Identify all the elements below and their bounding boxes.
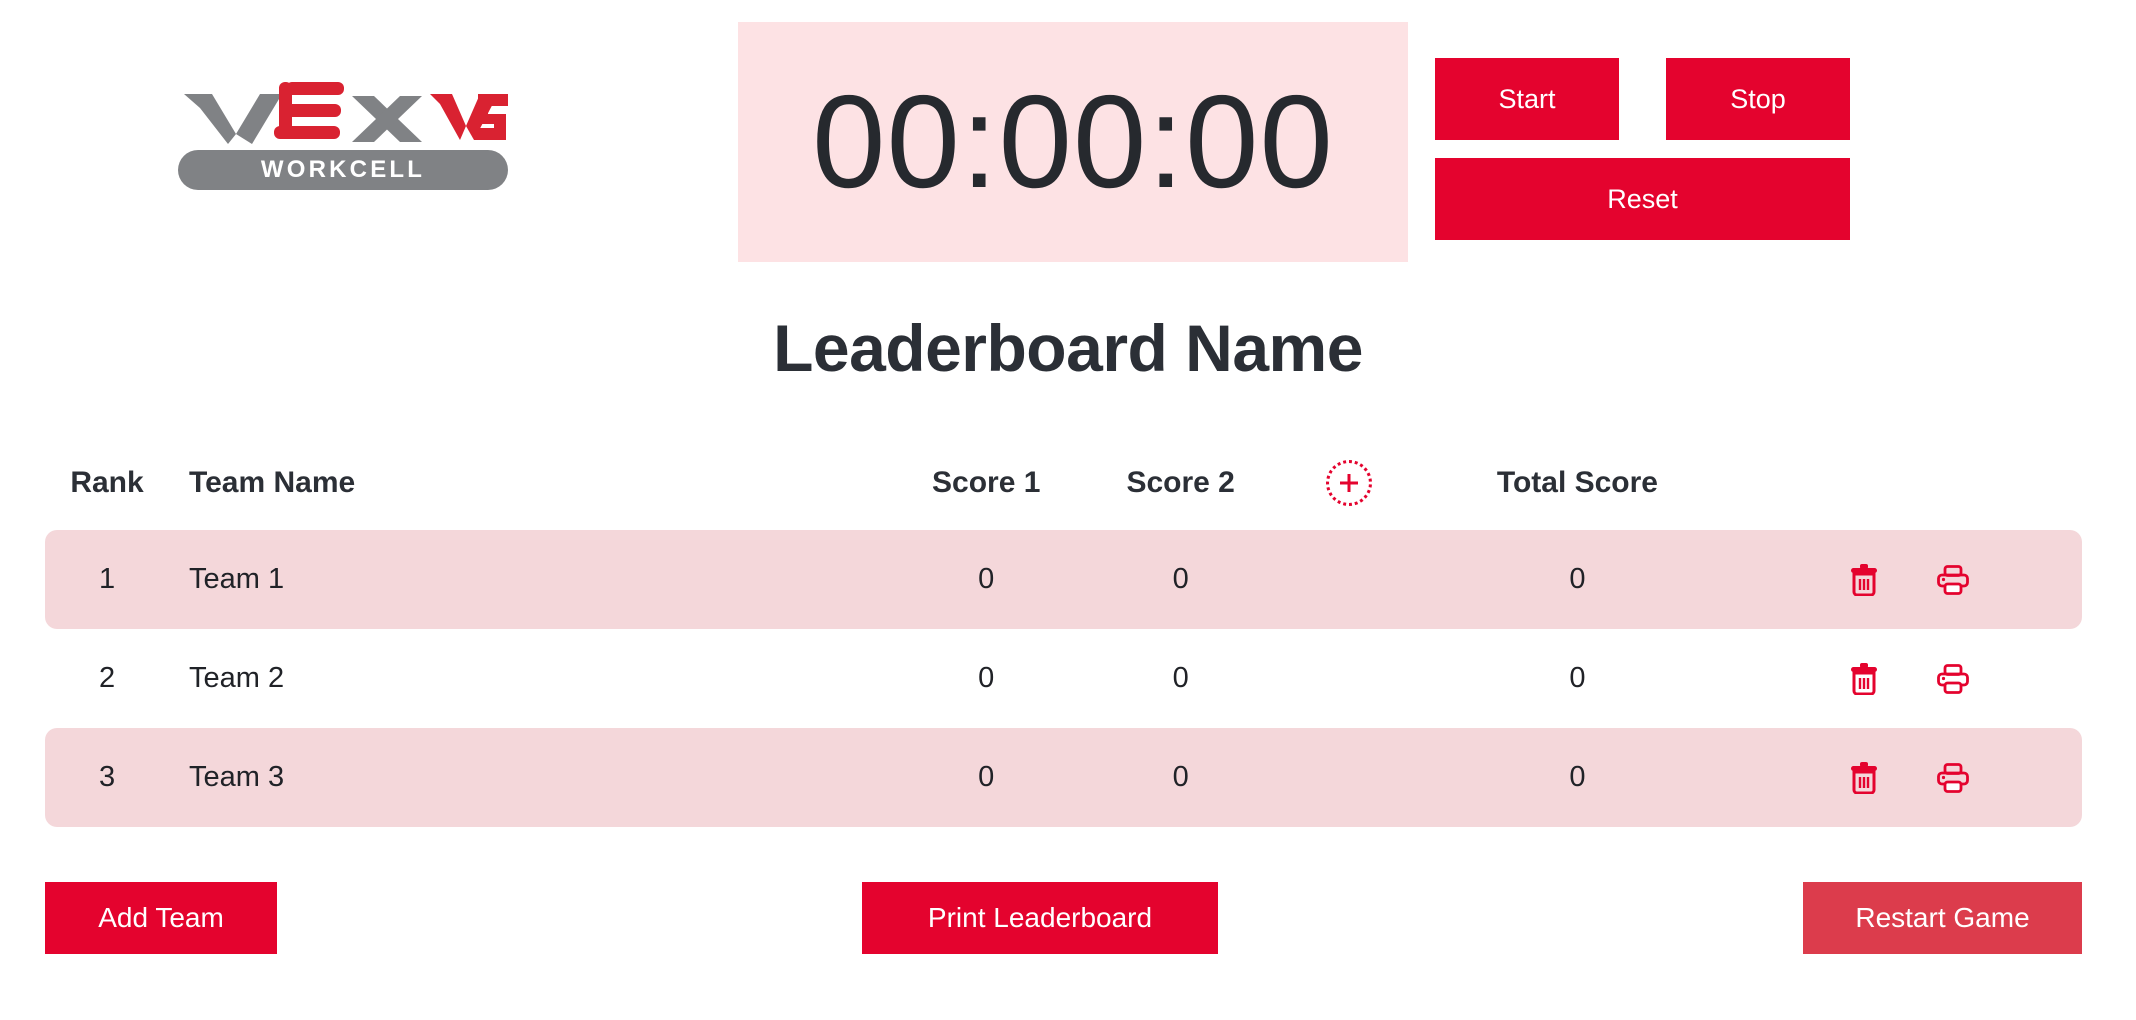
header-spacer — [495, 450, 889, 530]
leaderboard-table-container: Rank Team Name Score 1 Score 2 Total Sco… — [45, 450, 2082, 827]
table-row[interactable]: 3 Team 3 0 0 0 — [45, 728, 2082, 827]
row-actions-cell — [1735, 629, 2082, 728]
header-total-score: Total Score — [1496, 466, 1658, 499]
reset-button[interactable]: Reset — [1435, 158, 1850, 240]
row-score-1[interactable]: 0 — [889, 530, 1084, 629]
row-score-1[interactable]: 0 — [889, 728, 1084, 827]
row-add-spacer — [1277, 728, 1420, 827]
row-total-score: 0 — [1419, 728, 1736, 827]
row-actions — [1735, 662, 2082, 695]
row-actions-cell — [1735, 530, 2082, 629]
row-team-name[interactable]: Team 3 — [169, 728, 495, 827]
table-body: 1 Team 1 0 0 0 2 Team 2 0 0 0 3 Team 3 0… — [45, 530, 2082, 827]
plus-circle-dotted-icon[interactable] — [1325, 460, 1372, 506]
row-actions — [1735, 761, 2082, 794]
header-add-column-cell — [1278, 450, 1420, 530]
row-actions — [1735, 563, 2082, 596]
row-rank: 1 — [45, 530, 170, 629]
row-add-spacer — [1277, 530, 1420, 629]
header-bar: WORKCELL 00:00:00 Start Stop Reset — [0, 0, 2136, 272]
trash-icon[interactable] — [1849, 761, 1879, 794]
row-actions-cell — [1735, 728, 2082, 827]
trash-icon[interactable] — [1849, 662, 1879, 695]
row-total-score: 0 — [1419, 629, 1736, 728]
printer-icon[interactable] — [1936, 663, 1969, 694]
vex-v5-workcell-logo: WORKCELL — [178, 78, 508, 200]
row-spacer — [494, 728, 889, 827]
leaderboard-page: WORKCELL 00:00:00 Start Stop Reset Leade… — [0, 0, 2136, 1020]
header-actions — [1735, 450, 2082, 530]
start-button[interactable]: Start — [1435, 58, 1619, 140]
row-rank: 2 — [45, 629, 170, 728]
row-add-spacer — [1277, 629, 1420, 728]
row-spacer — [494, 629, 889, 728]
stop-button[interactable]: Stop — [1666, 58, 1850, 140]
printer-icon[interactable] — [1936, 564, 1969, 595]
row-score-2[interactable]: 0 — [1083, 629, 1278, 728]
printer-icon[interactable] — [1936, 762, 1969, 793]
row-score-2[interactable]: 0 — [1083, 728, 1278, 827]
vex-v5-wordmark-icon — [178, 78, 508, 150]
row-score-1[interactable]: 0 — [889, 629, 1084, 728]
leaderboard-table: Rank Team Name Score 1 Score 2 Total Sco… — [45, 450, 2082, 827]
page-title: Leaderboard Name — [773, 311, 1363, 385]
header-rank: Rank — [70, 466, 144, 499]
table-row[interactable]: 2 Team 2 0 0 0 — [45, 629, 2082, 728]
row-team-name[interactable]: Team 1 — [169, 530, 495, 629]
workcell-label: WORKCELL — [260, 156, 426, 183]
add-team-button[interactable]: Add Team — [45, 882, 277, 954]
row-team-name[interactable]: Team 2 — [169, 629, 495, 728]
table-header: Rank Team Name Score 1 Score 2 Total Sco… — [45, 450, 2082, 530]
header-score-2: Score 2 — [1126, 466, 1235, 499]
timer-display-panel: 00:00:00 — [738, 22, 1408, 262]
row-rank: 3 — [45, 728, 170, 827]
table-row[interactable]: 1 Team 1 0 0 0 — [45, 530, 2082, 629]
print-leaderboard-button[interactable]: Print Leaderboard — [862, 882, 1218, 954]
row-total-score: 0 — [1419, 530, 1736, 629]
row-score-2[interactable]: 0 — [1083, 530, 1278, 629]
workcell-pill: WORKCELL — [178, 150, 508, 190]
header-score-1: Score 1 — [932, 466, 1041, 499]
restart-game-button[interactable]: Restart Game — [1803, 882, 2082, 954]
timer-value: 00:00:00 — [812, 68, 1334, 215]
trash-icon[interactable] — [1849, 563, 1879, 596]
table-header-row: Rank Team Name Score 1 Score 2 Total Sco… — [45, 450, 2082, 530]
footer-actions: Add Team Print Leaderboard Restart Game — [0, 882, 2136, 972]
row-spacer — [494, 530, 889, 629]
header-team-name: Team Name — [189, 466, 356, 499]
